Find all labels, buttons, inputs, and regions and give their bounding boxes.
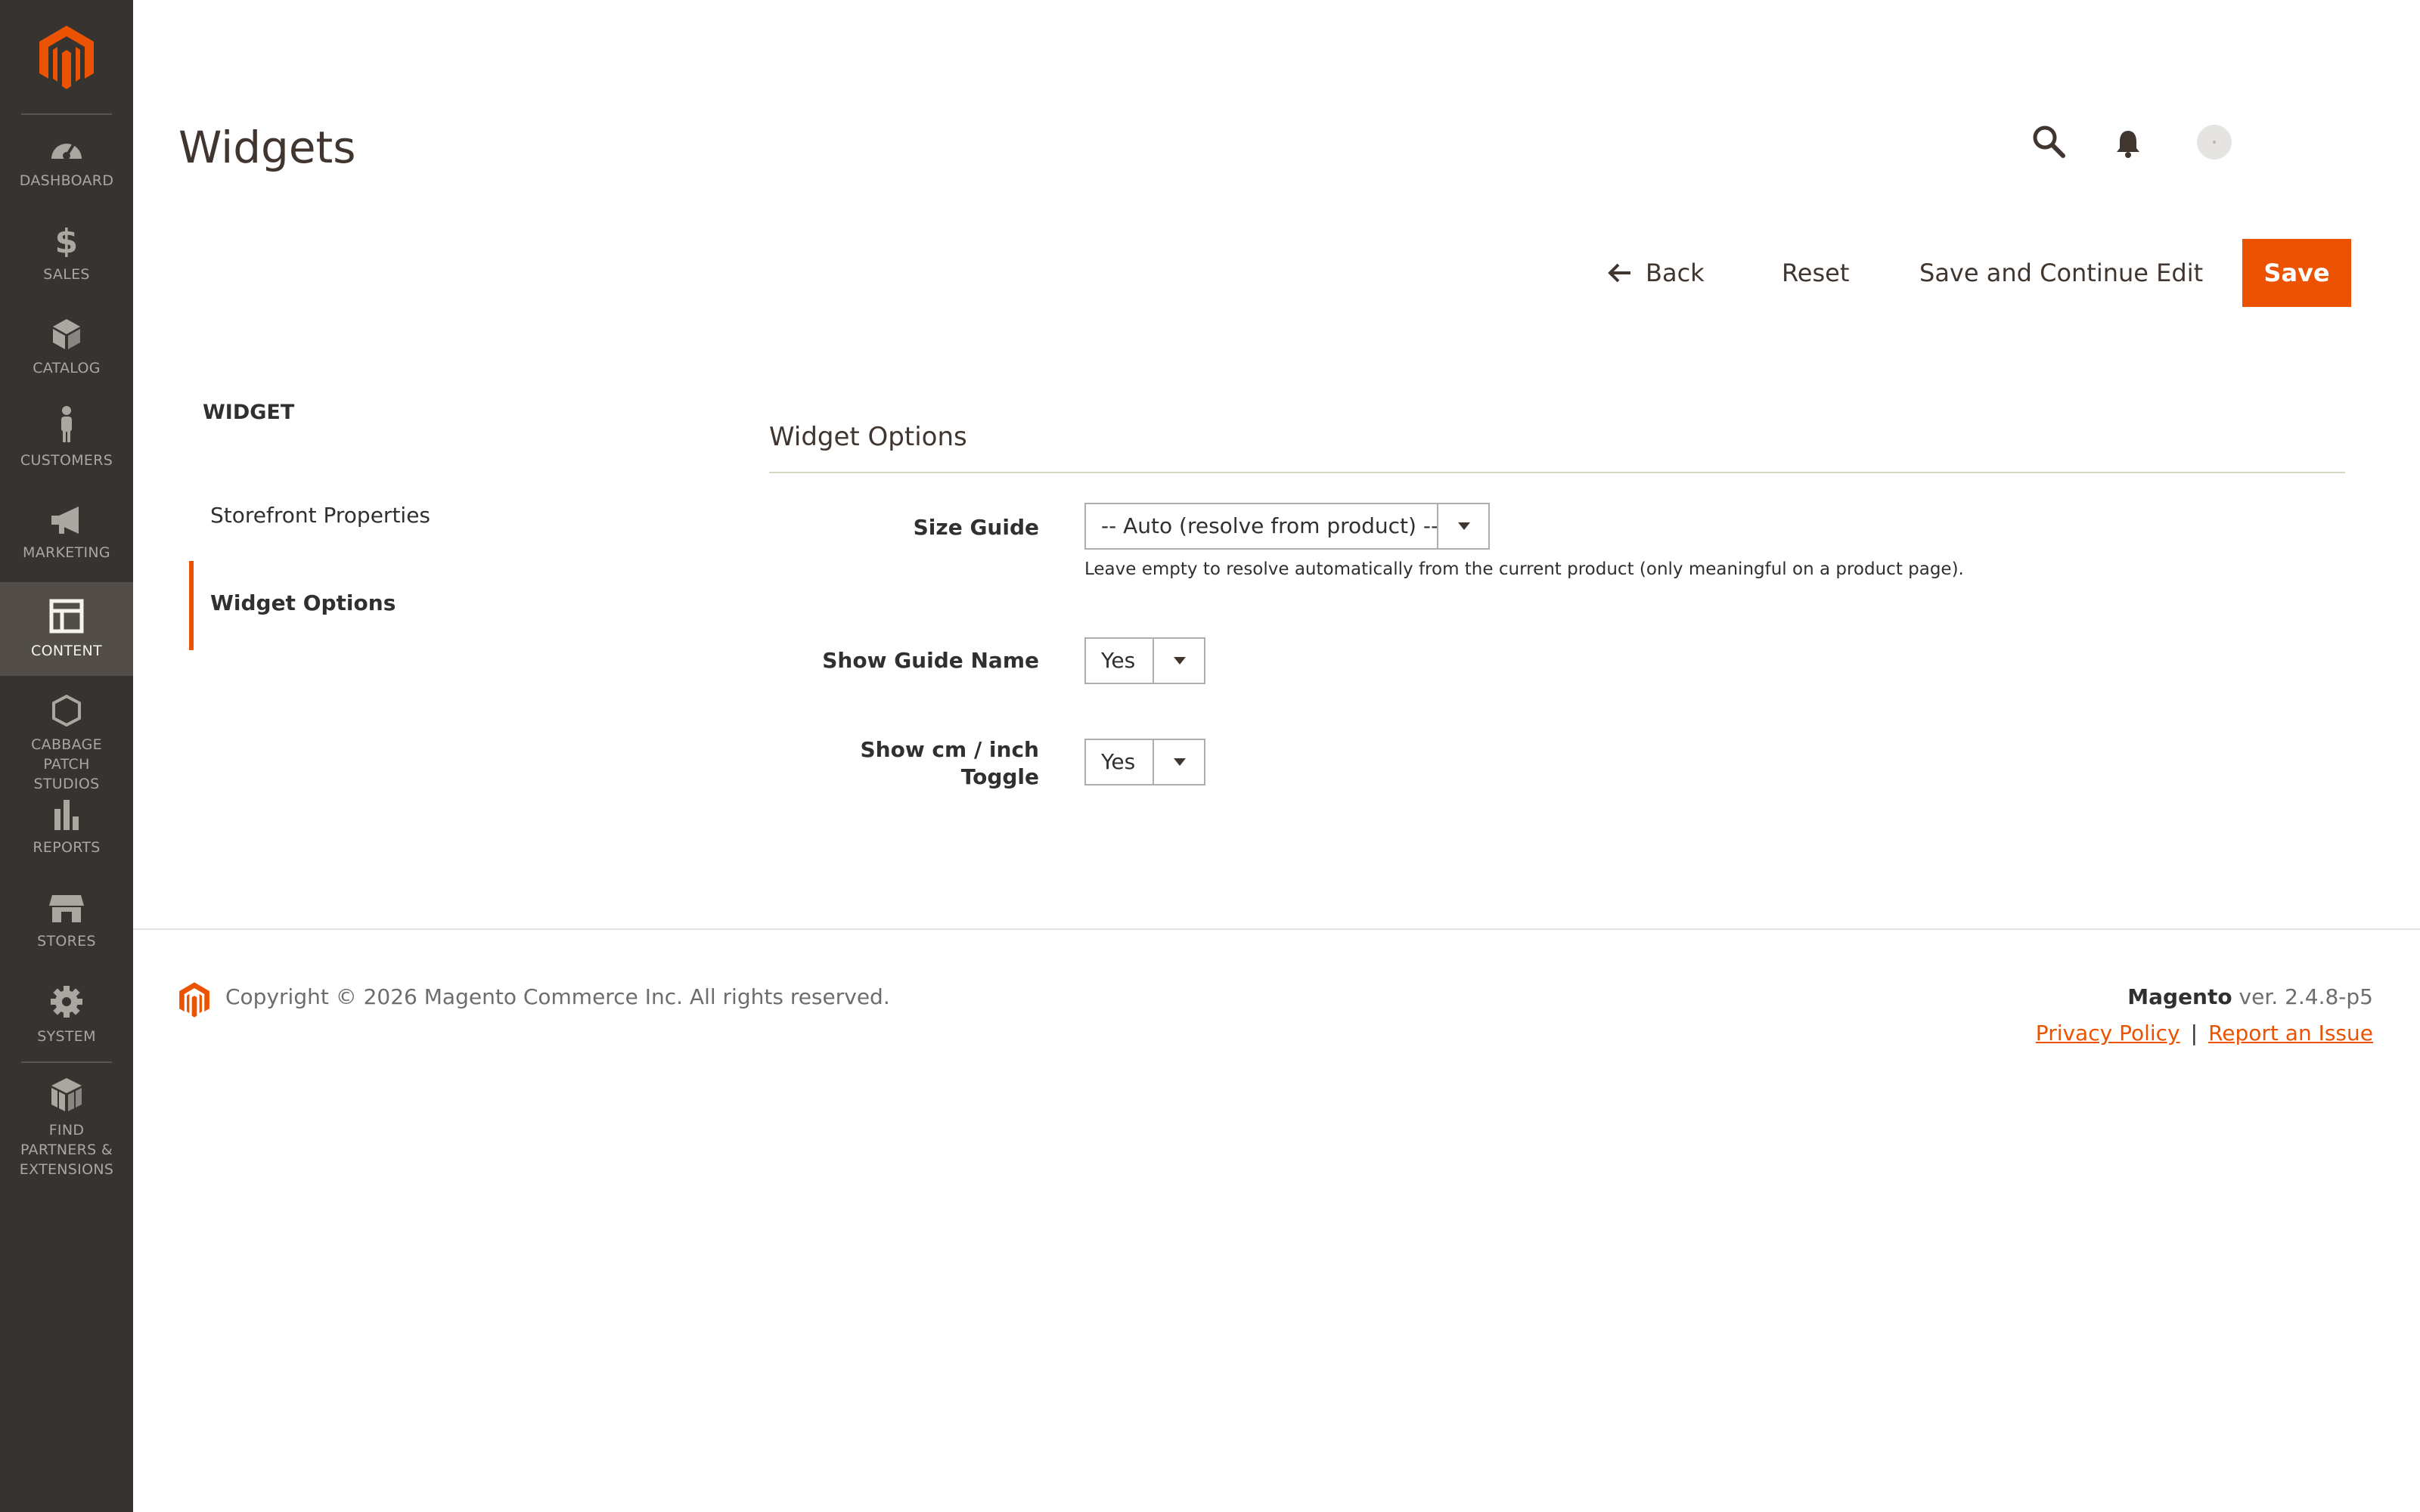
section-title: Widget Options: [769, 422, 967, 452]
chevron-down-icon[interactable]: [1153, 639, 1204, 683]
save-button[interactable]: Save: [2242, 239, 2351, 307]
size-guide-label: Size Guide: [913, 515, 1039, 540]
sidebar-item-label: STORES: [37, 933, 96, 950]
sidebar-item-marketing[interactable]: MARKETING: [0, 505, 133, 578]
sidebar-item-label: REPORTS: [33, 839, 101, 856]
version-text: ver. 2.4.8-p5: [2232, 984, 2373, 1009]
store-icon: [49, 895, 84, 922]
back-button[interactable]: Back: [1606, 240, 1705, 305]
sidebar-item-dashboard[interactable]: DASHBOARD: [0, 133, 133, 206]
sidebar-item-label: FIND PARTNERS & EXTENSIONS: [19, 1122, 114, 1178]
show-toggle-select[interactable]: Yes: [1084, 739, 1205, 785]
show-toggle-label-line2: Toggle: [960, 764, 1039, 789]
sidebar-divider: [21, 1061, 112, 1063]
notification-bell-icon[interactable]: [2114, 129, 2142, 159]
back-label: Back: [1646, 259, 1705, 287]
show-toggle-label-line1: Show cm / inch: [860, 737, 1039, 762]
footer-links: Privacy Policy | Report an Issue: [2036, 1021, 2373, 1046]
show-guide-name-label: Show Guide Name: [822, 648, 1039, 673]
sidebar-item-stores[interactable]: STORES: [0, 894, 133, 966]
sidebar-item-content[interactable]: CONTENT: [0, 582, 133, 676]
size-guide-value: -- Auto (resolve from product) --: [1101, 513, 1439, 538]
save-and-continue-button[interactable]: Save and Continue Edit: [1919, 240, 2203, 305]
arrow-left-icon: [1608, 263, 1630, 283]
sidebar-divider: [21, 113, 112, 115]
sidebar-item-label: CABBAGE PATCH STUDIOS: [31, 736, 102, 792]
sidebar-item-label: SALES: [43, 266, 90, 283]
sidebar-item-reports[interactable]: REPORTS: [0, 798, 133, 871]
link-separator: |: [2190, 1021, 2198, 1046]
user-avatar[interactable]: [2196, 124, 2232, 160]
dashboard-icon: [51, 142, 82, 160]
sidebar-item-find-partners[interactable]: FIND PARTNERS & EXTENSIONS: [0, 1077, 133, 1182]
svg-text:$: $: [55, 224, 79, 257]
brand-name: Magento: [2127, 984, 2232, 1009]
sidebar-item-label: SYSTEM: [37, 1028, 96, 1045]
tabs-title: WIDGET: [203, 401, 295, 424]
page-title: Widgets: [178, 122, 356, 173]
megaphone-icon: [51, 507, 79, 534]
dollar-icon: $: [55, 224, 79, 257]
layout-icon: [49, 599, 84, 634]
sidebar-item-catalog[interactable]: CATALOG: [0, 318, 133, 390]
copyright-text: Copyright © 2026 Magento Commerce Inc. A…: [225, 984, 890, 1009]
search-icon[interactable]: [2031, 124, 2066, 159]
sidebar-item-customers[interactable]: CUSTOMERS: [0, 405, 133, 481]
hexagon-icon: [52, 694, 81, 727]
admin-sidebar: DASHBOARD $ SALES CATALOG CUSTOMERS MARK…: [0, 0, 133, 1512]
bar-chart-icon: [54, 800, 79, 830]
show-guide-name-select[interactable]: Yes: [1084, 637, 1205, 684]
section-divider: [769, 472, 2345, 473]
sidebar-item-cabbage-patch-studios[interactable]: CABBAGE PATCH STUDIOS: [0, 694, 133, 792]
tab-label: Widget Options: [210, 590, 396, 615]
show-toggle-value: Yes: [1101, 749, 1136, 774]
sidebar-item-label: MARKETING: [23, 544, 110, 561]
sidebar-item-sales[interactable]: $ SALES: [0, 224, 133, 296]
tab-widget-options[interactable]: Widget Options: [189, 561, 617, 650]
privacy-policy-link[interactable]: Privacy Policy: [2036, 1021, 2180, 1046]
magento-logo[interactable]: [38, 24, 95, 89]
size-guide-note: Leave empty to resolve automatically fro…: [1084, 559, 1964, 579]
show-toggle-label: Show cm / inch Toggle: [774, 736, 1039, 791]
gear-icon: [51, 986, 82, 1018]
sidebar-item-label: DASHBOARD: [19, 172, 114, 189]
reset-button[interactable]: Reset: [1782, 240, 1849, 305]
report-issue-link[interactable]: Report an Issue: [2208, 1021, 2373, 1046]
version-info: Magento ver. 2.4.8-p5: [2127, 984, 2373, 1009]
tab-storefront-properties[interactable]: Storefront Properties: [189, 473, 613, 562]
sidebar-item-label: CONTENT: [31, 643, 102, 659]
tab-label: Storefront Properties: [210, 503, 431, 528]
show-guide-name-value: Yes: [1101, 648, 1136, 673]
chevron-down-icon[interactable]: [1153, 740, 1204, 784]
sidebar-item-system[interactable]: SYSTEM: [0, 984, 133, 1057]
magento-footer-logo: [179, 982, 209, 1018]
sidebar-item-label: CATALOG: [33, 360, 101, 376]
blocks-icon: [51, 1078, 82, 1111]
size-guide-select[interactable]: -- Auto (resolve from product) --: [1084, 503, 1490, 550]
footer-divider: [133, 928, 2420, 930]
cube-icon: [53, 319, 80, 349]
sidebar-item-label: CUSTOMERS: [20, 452, 113, 469]
chevron-down-icon[interactable]: [1437, 504, 1488, 548]
person-icon: [61, 406, 72, 442]
